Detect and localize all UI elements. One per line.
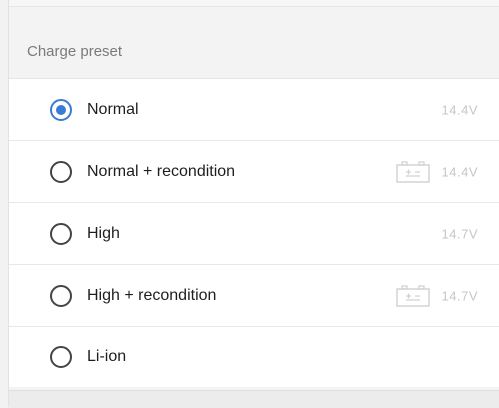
charge-preset-panel: Charge preset Normal 14.4V Normal + reco…	[8, 0, 499, 408]
radio-button-selected[interactable]	[50, 98, 72, 121]
option-label: High + recondition	[87, 286, 217, 304]
option-label: High	[87, 224, 120, 242]
battery-recondition-icon	[396, 284, 430, 307]
radio-button[interactable]	[50, 284, 72, 307]
battery-recondition-icon	[396, 160, 430, 183]
option-high[interactable]: High 14.7V	[9, 203, 499, 265]
option-label: Normal + recondition	[87, 162, 236, 180]
voltage-value: 14.4V	[441, 102, 478, 117]
option-label: Li-ion	[87, 348, 127, 365]
option-label: Normal	[87, 100, 139, 118]
voltage-value: 14.7V	[441, 226, 478, 241]
radio-button[interactable]	[50, 222, 72, 245]
charge-preset-list: Normal 14.4V Normal + recondition 14.4V …	[9, 79, 499, 387]
radio-button[interactable]	[50, 346, 72, 368]
radio-button[interactable]	[50, 160, 72, 183]
panel-header: Charge preset	[9, 7, 499, 79]
page-title: Charge preset	[27, 43, 123, 60]
panel-top-bar	[9, 0, 499, 7]
option-high-recondition[interactable]: High + recondition 14.7V	[9, 265, 499, 327]
panel-footer	[9, 390, 499, 408]
option-li-ion[interactable]: Li-ion	[9, 327, 499, 387]
option-normal[interactable]: Normal 14.4V	[9, 79, 499, 141]
option-normal-recondition[interactable]: Normal + recondition 14.4V	[9, 141, 499, 203]
voltage-value: 14.4V	[441, 164, 478, 179]
voltage-value: 14.7V	[441, 288, 478, 303]
